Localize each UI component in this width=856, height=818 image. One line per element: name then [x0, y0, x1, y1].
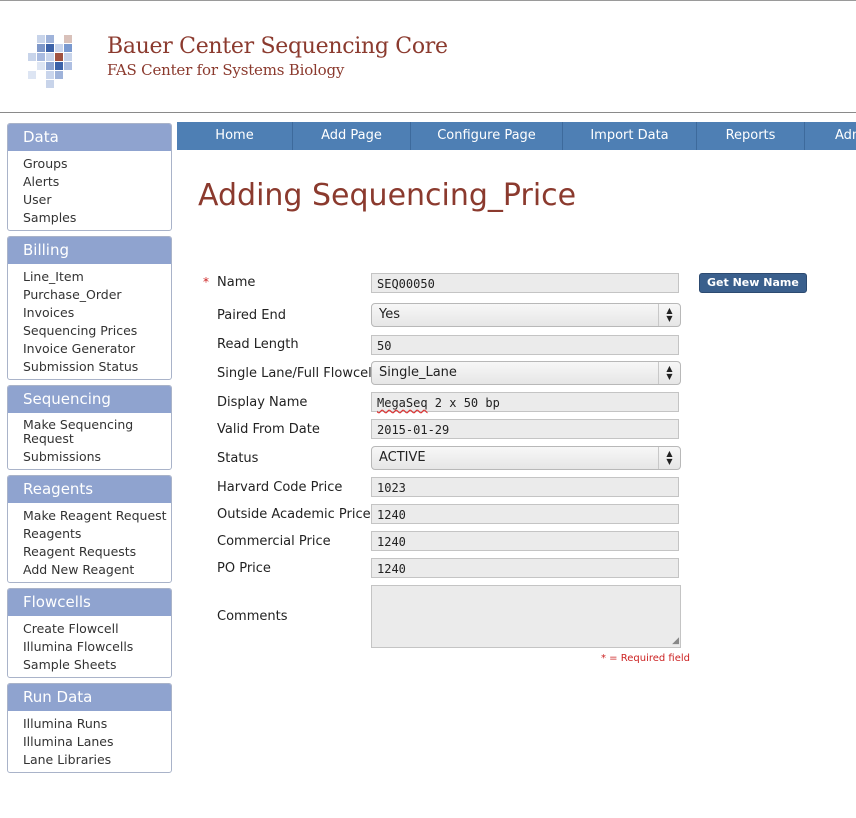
top-nav: Home Add Page Configure Page Import Data…	[177, 122, 856, 150]
commercial-price-field[interactable]: 1240	[371, 531, 679, 551]
sidebar-group-billing: Billing Line_Item Purchase_Order Invoice…	[7, 236, 172, 380]
outside-price-field[interactable]: 1240	[371, 504, 679, 524]
sidebar-item-make-reagent-request[interactable]: Make Reagent Request	[8, 508, 171, 523]
valid-from-field[interactable]: 2015-01-29	[371, 419, 679, 439]
lane-type-select[interactable]: Single_Lane ▲ ▼	[371, 361, 681, 385]
brand-title: Bauer Center Sequencing Core	[107, 34, 448, 59]
logo-icon	[28, 35, 72, 88]
sidebar-item-invoice-generator[interactable]: Invoice Generator	[8, 341, 171, 356]
sidebar-item-groups[interactable]: Groups	[8, 156, 171, 171]
sidebar-item-illumina-lanes[interactable]: Illumina Lanes	[8, 734, 171, 749]
header: Bauer Center Sequencing Core FAS Center …	[0, 1, 856, 112]
po-price-label: PO Price	[217, 561, 271, 576]
nav-home[interactable]: Home	[177, 122, 293, 150]
name-field[interactable]: SEQ00050	[371, 273, 679, 293]
required-marker: *	[203, 275, 209, 289]
select-arrows-icon: ▲ ▼	[658, 304, 680, 326]
sidebar-item-reagent-requests[interactable]: Reagent Requests	[8, 544, 171, 559]
sidebar-item-submissions[interactable]: Submissions	[8, 449, 171, 464]
sidebar: Data Groups Alerts User Samples Billing …	[7, 123, 172, 778]
sidebar-group-sequencing: Sequencing Make Sequencing Request Submi…	[7, 385, 172, 470]
name-label: Name	[217, 275, 256, 290]
sidebar-heading[interactable]: Flowcells	[8, 589, 171, 616]
display-name-label: Display Name	[217, 395, 308, 410]
read-length-label: Read Length	[217, 337, 299, 352]
nav-add-page[interactable]: Add Page	[293, 122, 411, 150]
sidebar-group-data: Data Groups Alerts User Samples	[7, 123, 172, 231]
sidebar-item-submission-status[interactable]: Submission Status	[8, 359, 171, 374]
sidebar-heading[interactable]: Run Data	[8, 684, 171, 711]
comments-textarea[interactable]: ◢	[371, 585, 681, 648]
header-divider	[0, 112, 856, 113]
po-price-field[interactable]: 1240	[371, 558, 679, 578]
commercial-price-label: Commercial Price	[217, 534, 331, 549]
lane-type-value: Single_Lane	[379, 365, 457, 380]
sidebar-item-user[interactable]: User	[8, 192, 171, 207]
status-select[interactable]: ACTIVE ▲ ▼	[371, 446, 681, 470]
sidebar-item-lane-libraries[interactable]: Lane Libraries	[8, 752, 171, 767]
resize-grip-icon[interactable]: ◢	[672, 637, 679, 646]
sidebar-item-sequencing-prices[interactable]: Sequencing Prices	[8, 323, 171, 338]
display-name-rest: 2 x 50 bp	[427, 396, 500, 410]
nav-configure-page[interactable]: Configure Page	[411, 122, 563, 150]
harvard-price-field[interactable]: 1023	[371, 477, 679, 497]
select-arrows-icon: ▲ ▼	[658, 447, 680, 469]
sidebar-item-add-new-reagent[interactable]: Add New Reagent	[8, 562, 171, 577]
sidebar-item-samples[interactable]: Samples	[8, 210, 171, 225]
sidebar-item-reagents[interactable]: Reagents	[8, 526, 171, 541]
lane-type-label: Single Lane/Full Flowcell	[217, 366, 376, 381]
paired-end-select[interactable]: Yes ▲ ▼	[371, 303, 681, 327]
select-arrows-icon: ▲ ▼	[658, 362, 680, 384]
required-note: * = Required field	[601, 653, 690, 664]
sidebar-heading[interactable]: Data	[8, 124, 171, 151]
brand-subtitle: FAS Center for Systems Biology	[107, 61, 345, 79]
sidebar-item-line-item[interactable]: Line_Item	[8, 269, 171, 284]
sidebar-item-make-sequencing-request[interactable]: Make Sequencing Request	[8, 418, 171, 446]
outside-price-label: Outside Academic Price	[217, 507, 371, 522]
sidebar-heading[interactable]: Reagents	[8, 476, 171, 503]
sidebar-item-illumina-runs[interactable]: Illumina Runs	[8, 716, 171, 731]
valid-from-label: Valid From Date	[217, 422, 320, 437]
display-name-misspelled-word: MegaSeq	[377, 396, 428, 410]
status-label: Status	[217, 451, 259, 466]
nav-admin[interactable]: Adm	[805, 122, 856, 150]
display-name-field[interactable]: MegaSeq 2 x 50 bp	[371, 392, 679, 412]
sidebar-item-sample-sheets[interactable]: Sample Sheets	[8, 657, 171, 672]
sidebar-group-reagents: Reagents Make Reagent Request Reagents R…	[7, 475, 172, 583]
nav-import-data[interactable]: Import Data	[563, 122, 697, 150]
paired-end-value: Yes	[379, 307, 400, 322]
sidebar-group-run-data: Run Data Illumina Runs Illumina Lanes La…	[7, 683, 172, 773]
sidebar-item-purchase-order[interactable]: Purchase_Order	[8, 287, 171, 302]
sidebar-item-create-flowcell[interactable]: Create Flowcell	[8, 621, 171, 636]
sidebar-heading[interactable]: Sequencing	[8, 386, 171, 413]
sidebar-heading[interactable]: Billing	[8, 237, 171, 264]
harvard-price-label: Harvard Code Price	[217, 480, 343, 495]
sidebar-group-flowcells: Flowcells Create Flowcell Illumina Flowc…	[7, 588, 172, 678]
page-title: Adding Sequencing_Price	[198, 178, 577, 213]
sidebar-item-alerts[interactable]: Alerts	[8, 174, 171, 189]
sidebar-item-invoices[interactable]: Invoices	[8, 305, 171, 320]
status-value: ACTIVE	[379, 450, 426, 465]
read-length-field[interactable]: 50	[371, 335, 679, 355]
get-new-name-button[interactable]: Get New Name	[699, 273, 807, 293]
paired-end-label: Paired End	[217, 308, 286, 323]
sidebar-item-illumina-flowcells[interactable]: Illumina Flowcells	[8, 639, 171, 654]
nav-reports[interactable]: Reports	[697, 122, 805, 150]
comments-label: Comments	[217, 609, 288, 624]
